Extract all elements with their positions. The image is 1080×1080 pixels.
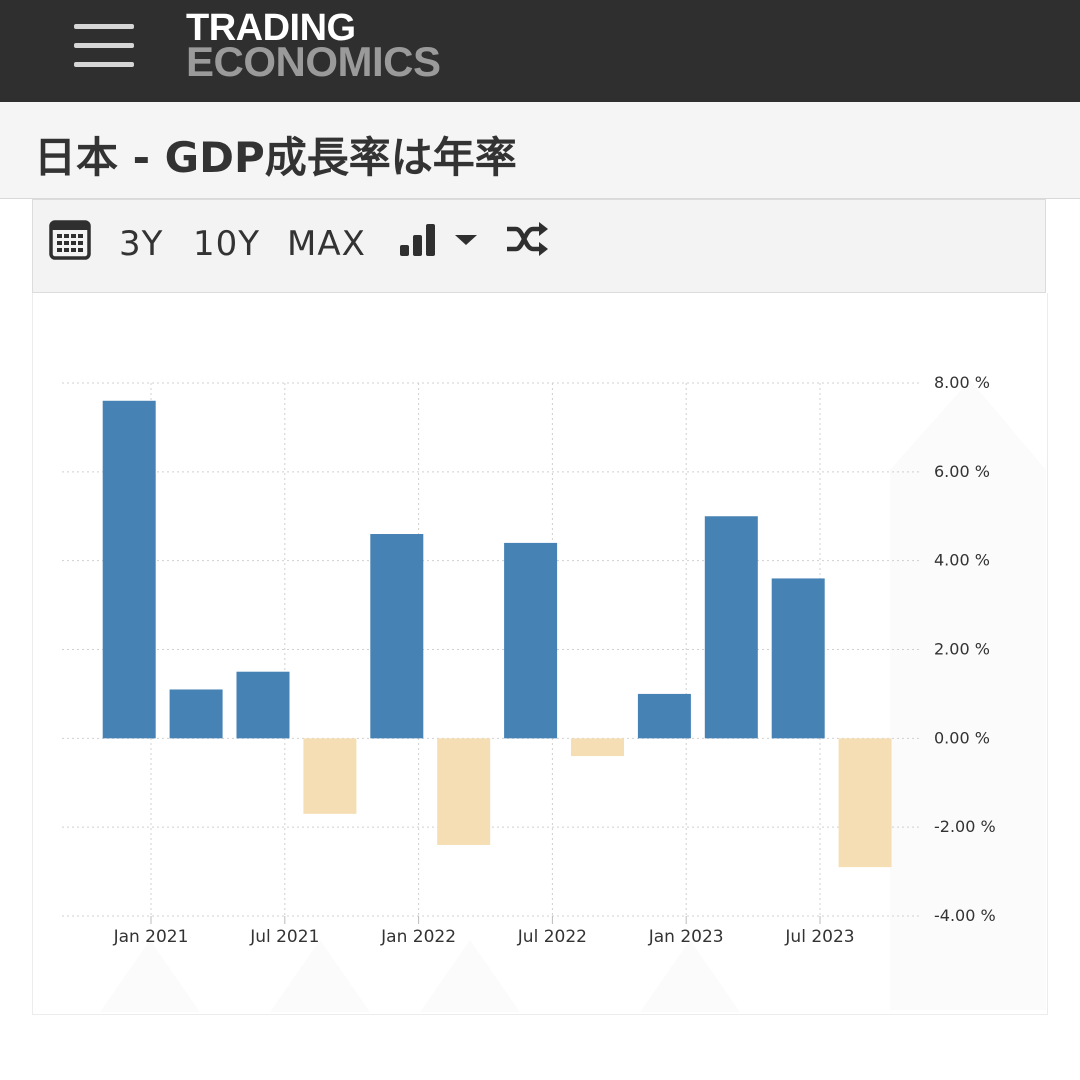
bar-chart-icon[interactable] (399, 222, 437, 270)
chart-panel (32, 293, 1048, 1015)
menu-icon[interactable] (74, 24, 134, 68)
shuffle-icon[interactable] (505, 220, 549, 268)
top-header: TRADING ECONOMICS (0, 0, 1080, 102)
title-bar: 日本 - GDP成長率は年率 (0, 102, 1080, 199)
logo[interactable]: TRADING ECONOMICS (186, 9, 441, 85)
logo-line2: ECONOMICS (186, 38, 441, 85)
caret-down-icon[interactable] (453, 222, 479, 270)
chart-toolbar: 3Y 10Y MAX (32, 199, 1046, 293)
range-10y-button[interactable]: 10Y (193, 220, 260, 268)
calendar-icon[interactable] (49, 218, 91, 266)
range-3y-button[interactable]: 3Y (119, 220, 163, 268)
range-max-button[interactable]: MAX (287, 220, 366, 268)
page-title: 日本 - GDP成長率は年率 (34, 133, 517, 182)
